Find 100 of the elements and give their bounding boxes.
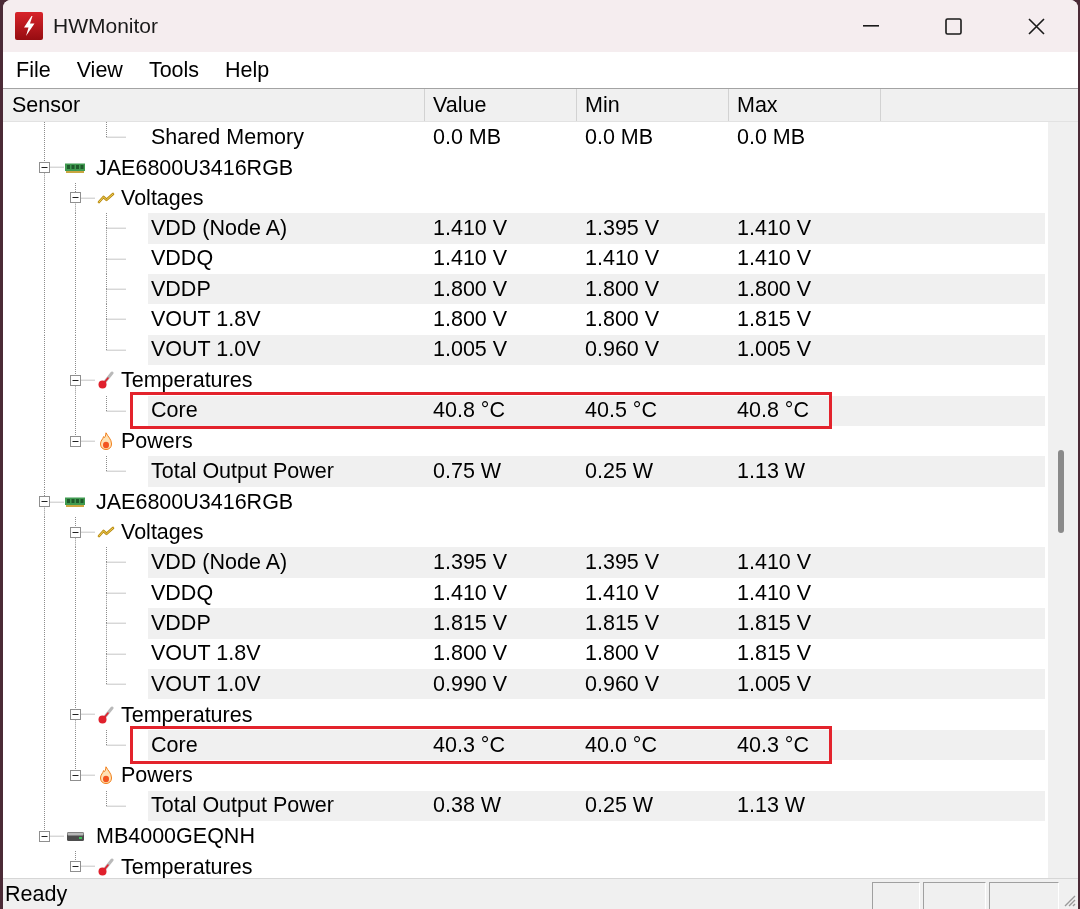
collapse-toggle[interactable] [39,496,50,508]
menu-item[interactable]: Help [212,52,283,88]
current-value: 1.005 V [433,337,508,362]
max-value: 1.410 V [737,215,812,240]
min-value: 0.960 V [585,337,660,362]
sensor-name: VDD (Node A) [151,215,288,240]
memory-module-icon [65,162,85,173]
max-value: 1.815 V [737,641,812,666]
category-label[interactable]: Powers [121,430,193,453]
device-name[interactable]: JAE6800U3416RGB [96,490,294,513]
table-row[interactable]: Total Output Power 0.38 W 0.25 W 1.13 W [148,790,1045,821]
collapse-toggle[interactable] [39,830,50,842]
thermometer-icon [98,705,114,724]
min-value: 40.0 °C [585,732,657,757]
current-value: 40.8 °C [433,398,505,423]
sensor-name: VDDQ [151,580,214,605]
status-pane [923,882,986,909]
window-title: HWMonitor [53,14,158,38]
sensor-name: Total Output Power [151,459,334,483]
table-row[interactable]: VDDP 1.800 V 1.800 V 1.800 V [148,273,1045,305]
device-name[interactable]: JAE6800U3416RGB [96,156,294,179]
max-value: 1.410 V [737,550,812,575]
current-value: 1.800 V [433,276,508,301]
table-row[interactable]: VDDP 1.815 V 1.815 V 1.815 V [148,608,1045,639]
voltage-zigzag-icon [97,526,115,539]
min-value: 0.0 MB [585,124,654,149]
max-value: 1.815 V [737,610,812,635]
table-row[interactable]: Core 40.3 °C 40.0 °C 40.3 °C [148,729,1045,761]
sensor-name: VOUT 1.0V [151,671,261,696]
category-label[interactable]: Temperatures [121,369,253,392]
collapse-toggle[interactable] [70,769,81,781]
min-value: 1.410 V [585,580,660,605]
scrollbar[interactable] [1048,122,1078,878]
memory-module-icon [65,496,85,507]
menu-item[interactable]: Tools [135,52,213,88]
menu-item[interactable]: File [3,52,64,88]
sensor-name: Total Output Power [151,793,334,818]
current-value: 0.38 W [433,793,502,818]
table-row[interactable]: Total Output Power 0.75 W 0.25 W 1.13 W [148,456,1045,487]
minimize-icon [862,25,879,27]
max-value: 1.410 V [737,580,812,605]
collapse-toggle[interactable] [70,435,81,447]
max-value: 1.410 V [737,246,812,271]
column-header[interactable]: Sensor [3,89,425,121]
table-row[interactable]: VDD (Node A) 1.395 V 1.395 V 1.410 V [148,547,1045,578]
max-value: 40.3 °C [737,732,809,757]
status-text: Ready [4,883,68,905]
min-value: 1.815 V [585,610,660,635]
current-value: 1.410 V [433,580,508,605]
sensor-name: VOUT 1.8V [151,641,261,666]
sensor-name: VDDP [151,276,211,301]
maximize-icon [945,17,962,35]
current-value: 0.0 MB [433,124,502,149]
column-header[interactable]: Min [577,89,729,121]
sensor-name: VDDP [151,610,211,635]
category-label[interactable]: Powers [121,764,193,787]
min-value: 0.960 V [585,671,660,696]
column-header[interactable]: Value [425,89,577,121]
collapse-toggle[interactable] [70,709,81,721]
sensor-name: Core [151,732,198,757]
sensor-name: VDD (Node A) [151,550,288,575]
current-value: 1.410 V [433,215,508,240]
current-value: 40.3 °C [433,732,505,757]
collapse-toggle[interactable] [70,192,81,204]
current-value: 1.410 V [433,246,508,271]
current-value: 0.75 W [433,459,502,483]
current-value: 1.395 V [433,550,508,575]
thermometer-icon [98,371,114,390]
max-value: 1.800 V [737,276,812,301]
column-header[interactable]: Max [729,89,881,121]
scrollbar-thumb[interactable] [1058,450,1064,533]
table-row[interactable]: Core 40.8 °C 40.5 °C 40.8 °C [148,395,1045,426]
collapse-toggle[interactable] [70,861,81,873]
category-label[interactable]: Voltages [121,186,204,209]
sensor-name: VDDQ [151,246,214,271]
min-value: 1.800 V [585,641,660,666]
resize-grip-icon[interactable] [1062,893,1076,907]
category-label[interactable]: Temperatures [121,855,253,878]
current-value: 1.800 V [433,641,508,666]
collapse-toggle[interactable] [70,374,81,386]
collapse-toggle[interactable] [70,526,81,538]
min-value: 1.395 V [585,550,660,575]
table-row[interactable]: VOUT 1.0V 0.990 V 0.960 V 1.005 V [148,669,1045,700]
min-value: 1.410 V [585,246,660,271]
min-value: 1.800 V [585,307,660,332]
hard-drive-icon [66,831,84,841]
current-value: 0.990 V [433,671,508,696]
category-label[interactable]: Temperatures [121,703,253,726]
current-value: 1.800 V [433,307,508,332]
category-label[interactable]: Voltages [121,521,204,544]
max-value: 0.0 MB [737,124,806,149]
menu-item[interactable]: View [63,52,136,88]
device-name[interactable]: MB4000GEQNH [96,825,255,848]
sensor-name: Core [151,398,198,423]
table-row[interactable]: VDD (Node A) 1.410 V 1.395 V 1.410 V [148,213,1045,244]
table-row[interactable]: VOUT 1.0V 1.005 V 0.960 V 1.005 V [148,334,1045,366]
collapse-toggle[interactable] [39,162,50,174]
current-value: 1.815 V [433,610,508,635]
status-pane [989,882,1059,909]
min-value: 0.25 W [585,459,654,483]
